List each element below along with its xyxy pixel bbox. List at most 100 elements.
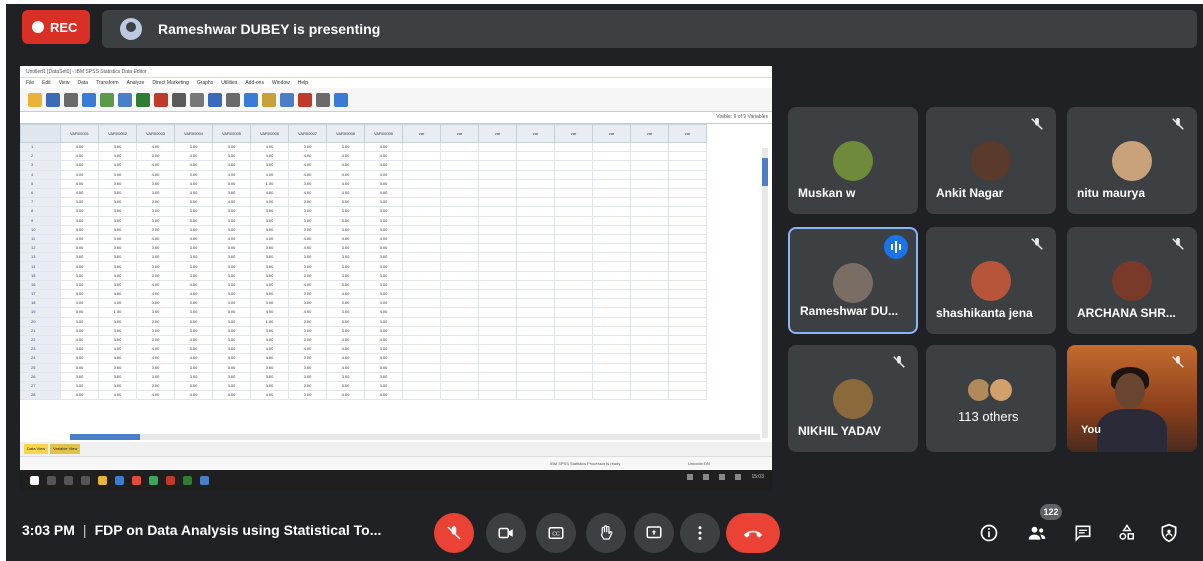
grid-cell: 3.00: [364, 380, 403, 392]
grid-cell: [478, 224, 517, 235]
grid-cell: 3.00: [364, 279, 403, 291]
grid-cell: 4.00: [60, 390, 99, 401]
grid-cell: 3.00: [326, 261, 365, 272]
grid-cell: [668, 353, 707, 364]
grid-cell: 3.00: [60, 279, 99, 291]
participant-tile[interactable]: ARCHANA SHR...: [1067, 227, 1197, 334]
spss-menu-item: Utilities: [221, 80, 238, 86]
grid-cell: 4.00: [60, 178, 99, 189]
grid-cell: [478, 298, 517, 309]
spss-menu-item: Graphs: [196, 80, 214, 86]
grid-cell: [668, 160, 707, 171]
end-call-button[interactable]: [726, 513, 780, 553]
participant-tile[interactable]: Ankit Nagar: [926, 107, 1056, 214]
mic-toggle-button[interactable]: [434, 513, 474, 553]
grid-cell: 3.00: [364, 197, 403, 208]
grid-cell: [630, 353, 669, 364]
grid-cell: 3.00: [136, 215, 175, 226]
grid-cell: [668, 215, 707, 226]
grid-cell: 4.00: [326, 288, 365, 300]
more-options-button[interactable]: [680, 513, 720, 553]
grid-cell: 4.00: [174, 151, 213, 162]
participant-tile[interactable]: Muskan w: [788, 107, 918, 214]
task-view-icon: [81, 476, 90, 485]
participant-tile[interactable]: Rameshwar DU...: [788, 227, 918, 334]
grid-cell: [630, 325, 669, 336]
grid-cell: 4.00: [288, 187, 327, 199]
grid-cell: [592, 307, 631, 318]
row-number: 22: [20, 334, 61, 346]
grid-cell: [630, 160, 669, 171]
grid-cell: 4.00: [136, 160, 175, 171]
grid-cell: [668, 141, 707, 153]
activities-button[interactable]: [1114, 520, 1140, 546]
row-number: 11: [20, 233, 61, 245]
grid-cell: [592, 390, 631, 401]
grid-cell: 4.00: [136, 353, 175, 364]
captions-button[interactable]: CC: [536, 513, 576, 553]
row-number: 24: [20, 353, 61, 364]
grid-cell: 3.00: [60, 197, 99, 208]
grid-cell: [554, 252, 593, 263]
host-controls-button[interactable]: [1156, 520, 1182, 546]
grid-cell: 4.00: [250, 390, 289, 401]
grid-cell: [440, 160, 479, 171]
grid-cell: 3.00: [212, 141, 251, 153]
grid-cell: 4.00: [212, 353, 251, 364]
grid-cell: 4.00: [60, 334, 99, 346]
grid-cell: [440, 380, 479, 392]
people-icon: [1028, 526, 1046, 540]
grid-cell: 3.00: [98, 380, 137, 392]
participant-tile[interactable]: nitu maurya: [1067, 107, 1197, 214]
grid-cell: 4.00: [326, 233, 365, 245]
grid-cell: [592, 270, 631, 281]
participant-tile[interactable]: 113 others: [926, 345, 1056, 452]
grid-cell: [668, 362, 707, 373]
grid-cell: 4.00: [326, 334, 365, 346]
grid-cell: 4.00: [60, 141, 99, 153]
table-row: 1 4.00 3.00 4.00 3.00 3.00 4.00 3.00 3.00 4.00: [20, 141, 707, 153]
row-number: 8: [20, 206, 61, 217]
participant-tile[interactable]: NIKHIL YADAV: [788, 345, 918, 452]
processor-status: IBM SPSS Statistics Processor is ready: [550, 461, 621, 466]
grid-cell: [516, 224, 555, 235]
grid-cell: 3.00: [212, 270, 251, 281]
vertical-scrollbar: [762, 148, 768, 438]
present-screen-button[interactable]: [634, 513, 674, 553]
grid-cell: 3.00: [250, 270, 289, 281]
presenting-text: Rameshwar DUBEY is presenting: [158, 21, 381, 37]
row-number: 2: [20, 151, 61, 162]
grid-cell: [516, 362, 555, 373]
grid-cell: 4.00: [364, 353, 403, 364]
grid-cell: 3.00: [288, 334, 327, 346]
grid-cell: [478, 215, 517, 226]
mic-muted-icon: [1172, 238, 1184, 250]
spss-icon: [200, 476, 209, 485]
grid-cell: [668, 233, 707, 245]
grid-cell: [402, 325, 441, 336]
participant-tile[interactable]: shashikanta jena: [926, 227, 1056, 334]
participant-tile[interactable]: You: [1067, 345, 1197, 452]
participant-name: shashikanta jena: [936, 306, 1033, 320]
grid-cell: 4.00: [174, 279, 213, 291]
grid-cell: [668, 371, 707, 382]
grid-cell: 3.00: [364, 371, 403, 382]
meeting-details-button[interactable]: [976, 520, 1002, 546]
spss-toolbar-icon: [172, 92, 186, 107]
spss-menu-item: File: [26, 80, 35, 86]
grid-cell: 3.00: [98, 316, 137, 327]
camera-toggle-button[interactable]: [486, 513, 526, 553]
grid-cell: [440, 316, 479, 327]
grid-cell: 4.00: [250, 151, 289, 162]
grid-cell: [478, 151, 517, 162]
grid-cell: [478, 141, 517, 153]
grid-cell: [402, 390, 441, 401]
grid-cell: [554, 215, 593, 226]
raise-hand-button[interactable]: [586, 513, 626, 553]
self-video-face: [1115, 373, 1145, 409]
grid-cell: 3.00: [364, 261, 403, 272]
grid-cell: 3.00: [60, 169, 99, 180]
people-button[interactable]: [1024, 520, 1050, 546]
chat-button[interactable]: [1070, 520, 1096, 546]
table-row: 26 3.00 3.00 3.00 3.00 3.00 3.00 3.00 3.00 3.00: [20, 371, 707, 382]
